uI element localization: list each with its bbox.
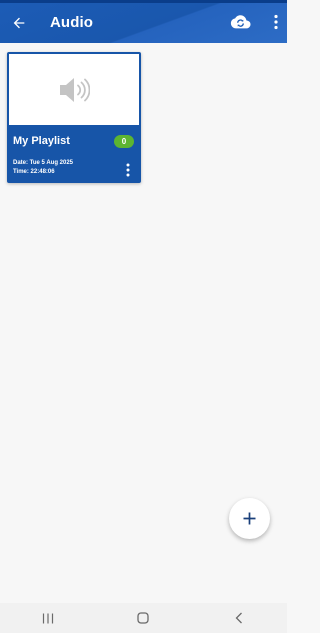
playlist-date: Date: Tue 5 Aug 2025 bbox=[13, 160, 74, 166]
recents-icon bbox=[42, 613, 53, 623]
home-icon bbox=[137, 612, 150, 624]
page-title: Audio bbox=[50, 14, 93, 31]
cloud-sync-button[interactable] bbox=[228, 10, 252, 34]
playlist-title: My Playlist bbox=[13, 135, 70, 147]
track-count-badge: 0 bbox=[114, 135, 134, 148]
app-bar: Audio bbox=[0, 3, 287, 43]
back-chevron-icon bbox=[235, 612, 243, 624]
playlist-thumbnail bbox=[9, 54, 139, 125]
add-playlist-button[interactable] bbox=[229, 498, 270, 539]
plus-icon bbox=[243, 512, 256, 525]
system-back-button[interactable] bbox=[219, 603, 259, 633]
speaker-icon bbox=[60, 77, 90, 102]
recents-button[interactable] bbox=[28, 603, 68, 633]
arrow-back-icon bbox=[13, 17, 25, 29]
overflow-menu-button[interactable] bbox=[264, 10, 288, 34]
more-vertical-icon bbox=[126, 163, 130, 177]
home-button[interactable] bbox=[123, 603, 163, 633]
system-nav-bar bbox=[0, 603, 287, 633]
playlist-time: Time: 22:48:06 bbox=[13, 169, 55, 175]
playlist-card[interactable]: My Playlist 0 Date: Tue 5 Aug 2025 Time:… bbox=[7, 52, 141, 183]
more-vertical-icon bbox=[274, 14, 278, 30]
playlist-menu-button[interactable] bbox=[123, 162, 133, 178]
back-button[interactable] bbox=[7, 11, 31, 35]
cloud-sync-icon bbox=[230, 15, 250, 29]
playlist-meta: Date: Tue 5 Aug 2025 Time: 22:48:06 bbox=[13, 159, 73, 177]
